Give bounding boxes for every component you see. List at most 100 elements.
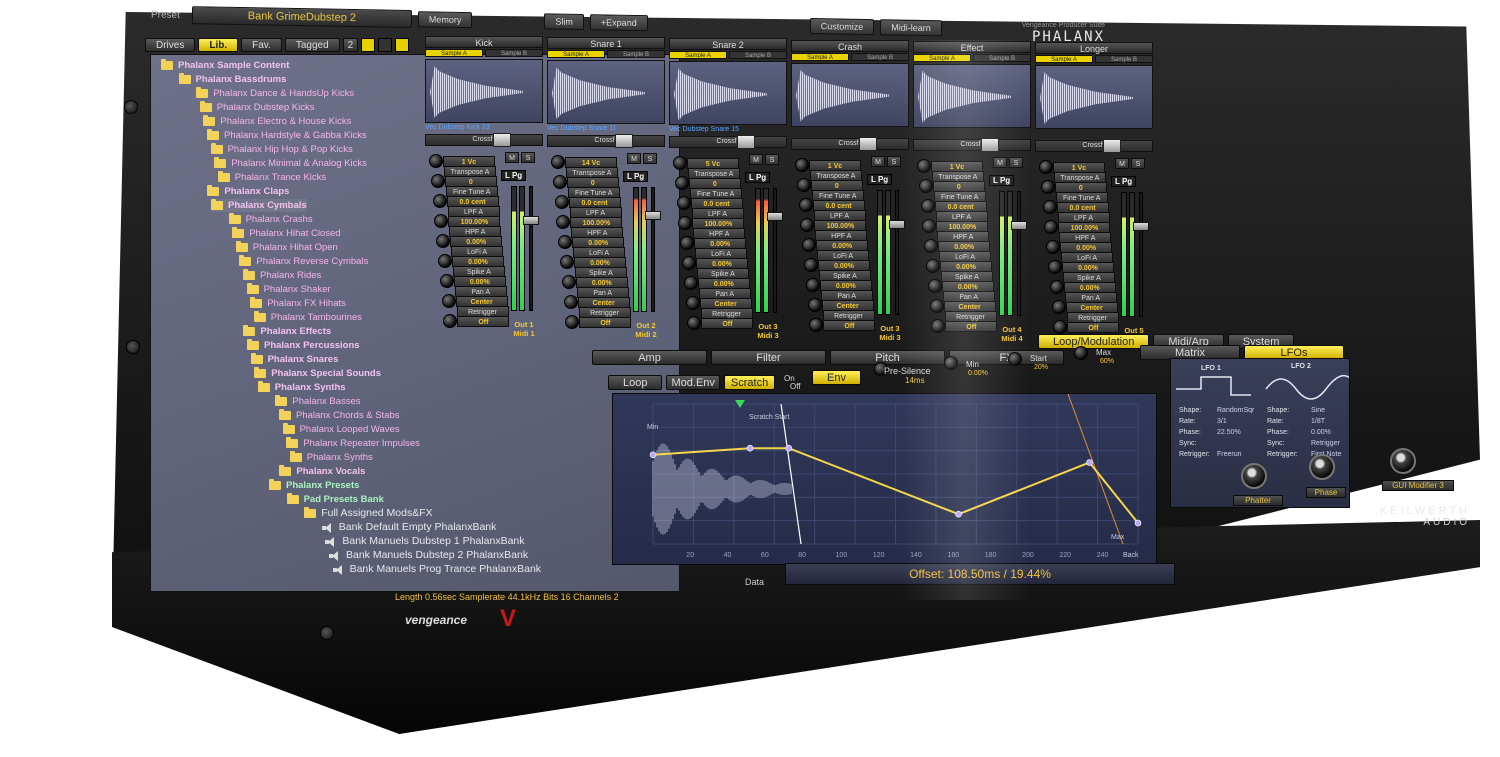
midi-label[interactable]: Midi 3 xyxy=(873,333,907,342)
envelope-point[interactable] xyxy=(1086,459,1093,466)
tree-item[interactable]: Phalanx Electro & House Kicks xyxy=(203,115,351,128)
channel-name[interactable]: Crash xyxy=(791,39,909,52)
param-knob[interactable] xyxy=(554,195,569,210)
waveform-display[interactable] xyxy=(1035,65,1153,129)
tab-sample-b[interactable]: Sample B xyxy=(607,50,665,59)
channel-name[interactable]: Kick xyxy=(425,36,543,48)
tree-item[interactable]: Bank Manuels Dubstep 2 PhalanxBank xyxy=(329,549,528,562)
param-retrigger-value[interactable]: Off xyxy=(457,316,510,327)
envelope-point[interactable] xyxy=(649,451,657,459)
param-knob[interactable] xyxy=(680,236,695,251)
tree-item[interactable]: Bank Manuels Dubstep 1 PhalanxBank xyxy=(325,535,525,548)
channel-name[interactable]: Snare 2 xyxy=(669,38,787,51)
param-knob[interactable] xyxy=(560,255,574,270)
mute-button[interactable]: M xyxy=(993,156,1007,168)
tab-mod-env[interactable]: Mod.Env xyxy=(666,375,720,390)
param-knob[interactable] xyxy=(552,175,567,190)
midi-label[interactable]: Midi 4 xyxy=(995,334,1029,343)
crossfade-slider[interactable]: Crossfade xyxy=(425,133,543,147)
lfo2-row-value[interactable]: 1/8T xyxy=(1311,418,1325,425)
tab-sample-b[interactable]: Sample B xyxy=(1095,55,1153,63)
waveform-display[interactable] xyxy=(669,61,787,126)
waveform-display[interactable] xyxy=(913,63,1031,128)
sample-filename[interactable] xyxy=(913,128,1031,137)
crossfade-handle[interactable] xyxy=(981,137,1000,152)
param-knob[interactable] xyxy=(804,257,818,272)
gui-modifier-knob[interactable] xyxy=(1390,448,1416,474)
waveform-display[interactable] xyxy=(791,62,909,127)
midi-label[interactable]: Midi 1 xyxy=(507,329,541,338)
lfo1-row-value[interactable]: 3/1 xyxy=(1217,418,1227,425)
output-label[interactable]: Out 3 xyxy=(751,322,785,331)
tag-number[interactable]: 2 xyxy=(342,38,359,52)
midi-learn-button[interactable]: Midi-learn xyxy=(880,19,942,37)
sample-filename[interactable]: Vec Dubstep Snare 11 xyxy=(547,124,665,133)
tree-item[interactable]: Phalanx Rides xyxy=(243,269,321,282)
param-retrigger-value[interactable]: Off xyxy=(701,318,754,330)
expand-button[interactable]: +Expand xyxy=(589,14,648,32)
tree-item[interactable]: Phalanx Synths xyxy=(257,381,346,394)
lfo2-row-value[interactable]: Retrigger xyxy=(1311,440,1340,447)
crossfade-handle[interactable] xyxy=(1103,139,1122,153)
tree-item[interactable]: Phalanx Effects xyxy=(243,325,331,338)
tab-pitch[interactable]: Pitch xyxy=(830,350,945,365)
env-button[interactable]: Env xyxy=(812,370,861,385)
tab-loop-modulation[interactable]: Loop/Modulation xyxy=(1038,334,1150,349)
tree-item[interactable]: Phalanx Reverse Cymbals xyxy=(239,255,368,268)
param-knob[interactable] xyxy=(558,235,573,250)
tag-edit-icon[interactable] xyxy=(395,38,410,52)
crossfade-handle[interactable] xyxy=(737,135,756,150)
tree-item[interactable]: Bank Manuels Prog Trance PhalanxBank xyxy=(332,563,541,576)
volume-fader-handle[interactable] xyxy=(767,212,783,222)
lpg-label[interactable]: L Pg xyxy=(989,174,1015,186)
output-label[interactable]: Out 4 xyxy=(995,325,1029,334)
volume-fader[interactable] xyxy=(773,188,777,314)
solo-button[interactable]: S xyxy=(765,154,779,166)
param-knob[interactable] xyxy=(432,194,447,208)
tab-sample-b[interactable]: Sample B xyxy=(485,49,543,57)
solo-button[interactable]: S xyxy=(521,152,535,163)
lpg-label[interactable]: L Pg xyxy=(745,172,771,184)
lfo1-row-value[interactable]: Freerun xyxy=(1217,451,1242,458)
tree-item[interactable]: Phalanx Hihat Open xyxy=(235,241,338,254)
param-knob[interactable] xyxy=(922,218,937,233)
crossfade-slider[interactable]: Crossfade xyxy=(547,134,665,149)
param-knob[interactable] xyxy=(917,158,931,173)
param-knob[interactable] xyxy=(430,174,445,188)
mute-button[interactable]: M xyxy=(505,152,519,163)
solo-button[interactable]: S xyxy=(643,153,657,165)
tab-sample-b[interactable]: Sample B xyxy=(973,53,1031,62)
mute-button[interactable]: M xyxy=(627,153,641,165)
param-retrigger-value[interactable]: Off xyxy=(1067,322,1120,333)
lfo1-row-value[interactable]: RandomSqr xyxy=(1217,407,1254,414)
tab-sample-a[interactable]: Sample A xyxy=(791,52,849,61)
start-knob[interactable] xyxy=(1008,352,1022,366)
tab-drives[interactable]: Drives xyxy=(145,38,196,52)
tab-tagged[interactable]: Tagged xyxy=(284,38,340,52)
tab-sample-a[interactable]: Sample A xyxy=(913,53,971,62)
envelope-point[interactable] xyxy=(955,510,962,518)
param-knob[interactable] xyxy=(926,258,940,273)
tree-item[interactable]: Full Assigned Mods&FX xyxy=(304,507,433,520)
param-knob[interactable] xyxy=(927,278,942,293)
solo-button[interactable]: S xyxy=(1131,158,1145,169)
param-knob[interactable] xyxy=(805,277,820,292)
tree-item[interactable]: Phalanx Repeater Impulses xyxy=(286,437,420,450)
tag-arrow-icon[interactable] xyxy=(378,38,393,52)
tab-sample-a[interactable]: Sample A xyxy=(547,50,605,59)
crossfade-slider[interactable]: Crossfade xyxy=(669,135,787,150)
param-knob[interactable] xyxy=(439,274,454,288)
tree-item[interactable]: Phalanx Special Sounds xyxy=(254,367,381,380)
param-knob[interactable] xyxy=(1048,260,1062,274)
param-knob[interactable] xyxy=(551,155,565,170)
mute-button[interactable]: M xyxy=(871,155,885,167)
param-knob[interactable] xyxy=(800,217,815,232)
min-knob[interactable] xyxy=(944,356,958,370)
sample-filename[interactable] xyxy=(791,127,909,136)
tree-item[interactable]: Phalanx Presets xyxy=(269,479,359,492)
param-knob[interactable] xyxy=(1053,320,1068,334)
param-knob[interactable] xyxy=(920,198,935,213)
tab-sample-b[interactable]: Sample B xyxy=(851,52,909,61)
tab-lib[interactable]: Lib. xyxy=(198,38,239,52)
param-knob[interactable] xyxy=(807,297,822,312)
